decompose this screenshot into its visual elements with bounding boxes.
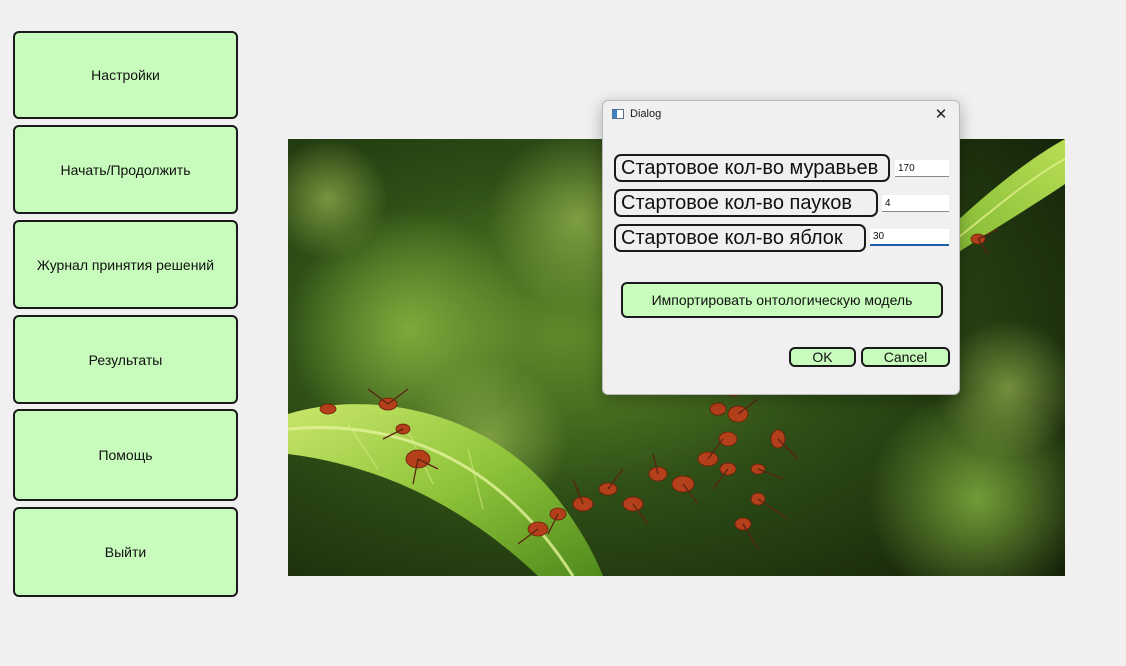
results-button[interactable]: Результаты [13,315,238,404]
ok-button-label: OK [812,349,833,365]
decision-log-button-label: Журнал принятия решений [36,256,215,273]
start-continue-button[interactable]: Начать/Продолжить [13,125,238,214]
cancel-button-label: Cancel [883,349,928,365]
settings-button[interactable]: Настройки [13,31,238,119]
apples-count-label: Стартовое кол-во яблок [614,224,866,252]
apples-count-input[interactable] [870,229,949,246]
settings-dialog: Dialog ✕ Стартовое кол-во муравьев Старт… [602,100,960,395]
ants-count-label: Стартовое кол-во муравьев [614,154,890,182]
results-button-label: Результаты [88,351,163,368]
import-ontology-button[interactable]: Импортировать онтологическую модель [621,282,943,318]
help-button-label: Помощь [98,447,153,463]
window-app-icon [612,109,624,119]
main-window: Настройки Начать/Продолжить Журнал приня… [0,0,1126,666]
ok-button[interactable]: OK [789,347,856,367]
decision-log-button[interactable]: Журнал принятия решений [13,220,238,309]
exit-button-label: Выйти [104,544,147,560]
settings-button-label: Настройки [91,67,160,83]
start-continue-button-label: Начать/Продолжить [60,161,191,178]
dialog-title: Dialog [630,108,662,120]
dialog-titlebar: Dialog ✕ [603,101,959,129]
close-icon[interactable]: ✕ [929,104,953,126]
cancel-button[interactable]: Cancel [861,347,950,367]
spiders-count-label: Стартовое кол-во пауков [614,189,878,217]
exit-button[interactable]: Выйти [13,507,238,597]
help-button[interactable]: Помощь [13,409,238,501]
ants-count-input[interactable] [895,160,949,177]
spiders-count-input[interactable] [882,195,949,212]
import-ontology-button-label: Импортировать онтологическую модель [651,292,913,308]
